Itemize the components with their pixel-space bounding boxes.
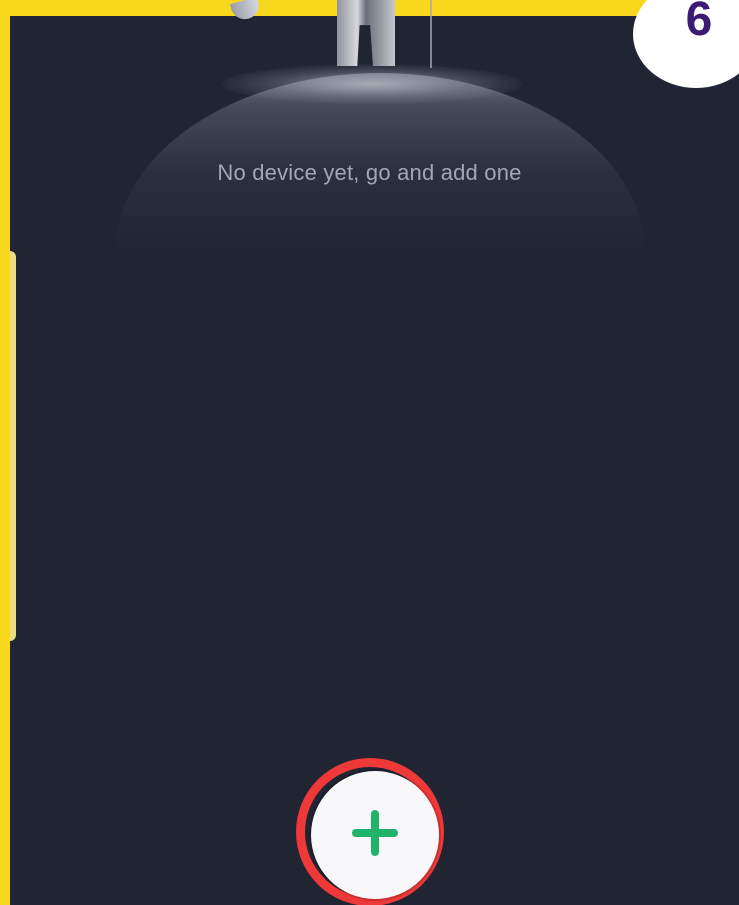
step-number: 6 (685, 0, 713, 46)
astronaut-shadow-glow (222, 64, 522, 104)
flag-pole-icon (430, 0, 432, 68)
tutorial-screenshot: No device yet, go and add one 6 (0, 0, 739, 905)
phone-side-bezel (10, 251, 16, 641)
plus-icon (348, 806, 402, 860)
empty-device-message: No device yet, go and add one (217, 160, 522, 185)
